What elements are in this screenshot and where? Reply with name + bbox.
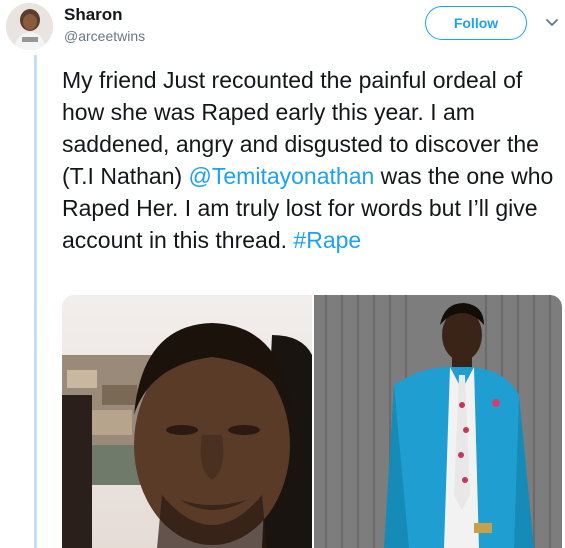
avatar[interactable] [6,3,53,50]
selfie-image [62,295,312,548]
avatar-image [6,3,53,50]
photo-selfie[interactable] [62,295,312,548]
thread-line [34,55,37,548]
mention-link[interactable]: @Temitayonathan [189,163,375,189]
fullbody-image [314,295,562,548]
chevron-down-icon[interactable] [544,14,560,30]
photo-fullbody[interactable] [314,295,562,548]
hashtag-link[interactable]: #Rape [293,227,361,253]
author-name[interactable]: Sharon [64,5,123,25]
tweet-media [62,295,562,548]
author-handle[interactable]: @arceetwins [64,28,145,44]
follow-button[interactable]: Follow [425,6,527,40]
tweet-text: My friend Just recounted the painful ord… [62,64,557,256]
